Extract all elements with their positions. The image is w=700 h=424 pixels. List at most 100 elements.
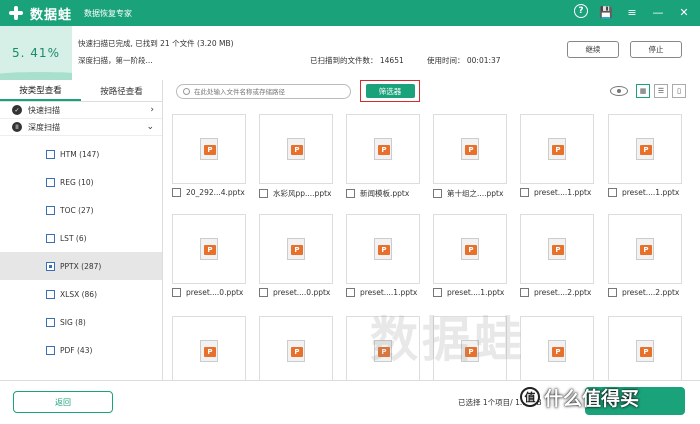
file-thumbnail[interactable]	[172, 316, 246, 380]
detail-view-icon[interactable]: ▯	[672, 84, 686, 98]
file-card[interactable]: preset....0.pptx	[172, 214, 246, 297]
file-card[interactable]	[172, 316, 246, 380]
help-icon[interactable]: ?	[574, 4, 588, 18]
file-thumbnail[interactable]	[433, 316, 507, 380]
file-name: preset....1.pptx	[622, 188, 680, 197]
file-card[interactable]	[520, 316, 594, 380]
file-card[interactable]	[259, 316, 333, 380]
file-thumbnail[interactable]	[520, 114, 594, 184]
pptx-file-icon	[287, 340, 305, 362]
file-thumbnail[interactable]	[259, 114, 333, 184]
type-checkbox[interactable]	[46, 317, 55, 327]
file-thumbnail[interactable]	[259, 316, 333, 380]
file-checkbox[interactable]	[172, 188, 181, 197]
file-thumbnail[interactable]	[172, 214, 246, 284]
file-card[interactable]: preset....1.pptx	[433, 214, 507, 297]
file-thumbnail[interactable]	[172, 114, 246, 184]
file-checkbox[interactable]	[608, 288, 617, 297]
type-item[interactable]: REG (10)	[0, 168, 162, 196]
file-name: 第十组之....pptx	[447, 189, 504, 198]
file-name: preset....1.pptx	[534, 188, 592, 197]
file-thumbnail[interactable]	[433, 214, 507, 284]
file-card[interactable]: 新闻模板.pptx	[346, 114, 420, 199]
type-item[interactable]: XLSX (86)	[0, 280, 162, 308]
file-card[interactable]: preset....2.pptx	[520, 214, 594, 297]
eye-icon[interactable]	[610, 86, 628, 96]
file-card[interactable]: 第十组之....pptx	[433, 114, 507, 199]
content-toolbar: 筛选器 ▦ ☰ ▯	[163, 80, 700, 104]
file-card[interactable]: preset....0.pptx	[259, 214, 333, 297]
chevron-right-icon[interactable]: ›	[150, 105, 154, 115]
continue-button[interactable]: 继续	[567, 41, 619, 58]
file-checkbox[interactable]	[259, 189, 268, 198]
search-box[interactable]	[176, 84, 351, 99]
search-input[interactable]	[194, 87, 344, 96]
file-thumbnail[interactable]	[346, 214, 420, 284]
type-item[interactable]: PDF (43)	[0, 336, 162, 364]
grid-view-icon[interactable]: ▦	[636, 84, 650, 98]
tab-by-type[interactable]: 按类型查看	[0, 80, 81, 101]
file-card[interactable]	[346, 316, 420, 380]
type-item[interactable]: SIG (8)	[0, 308, 162, 336]
quick-scan-node[interactable]: ✓ 快速扫描 ›	[0, 102, 162, 119]
type-label: PDF (43)	[60, 345, 93, 355]
file-grid: 20_292...4.pptx 水彩风pp....pptx 新闻模板.pptx 第十组…	[172, 112, 686, 380]
deep-scan-node[interactable]: II 深度扫描 ⌄	[0, 119, 162, 136]
file-card[interactable]: preset....1.pptx	[346, 214, 420, 297]
tab-by-path[interactable]: 按路径查看	[81, 80, 162, 101]
file-thumbnail[interactable]	[608, 214, 682, 284]
file-card[interactable]: preset....1.pptx	[608, 114, 682, 197]
file-card[interactable]	[433, 316, 507, 380]
pptx-file-icon	[374, 138, 392, 160]
file-checkbox[interactable]	[172, 288, 181, 297]
file-thumbnail[interactable]	[259, 214, 333, 284]
file-caption: preset....0.pptx	[172, 288, 246, 297]
type-checkbox[interactable]	[46, 205, 55, 215]
file-thumbnail[interactable]	[346, 114, 420, 184]
file-card[interactable]: 20_292...4.pptx	[172, 114, 246, 197]
type-checkbox[interactable]	[46, 289, 55, 299]
file-card[interactable]	[608, 316, 682, 380]
file-thumbnail[interactable]	[608, 316, 682, 380]
type-checkbox[interactable]	[46, 177, 55, 187]
type-item-selected[interactable]: PPTX (287)	[0, 252, 162, 280]
menu-icon[interactable]: ≡	[624, 4, 640, 20]
file-checkbox[interactable]	[433, 288, 442, 297]
file-thumbnail[interactable]	[433, 114, 507, 184]
file-checkbox[interactable]	[346, 288, 355, 297]
file-card[interactable]: 水彩风pp....pptx	[259, 114, 333, 199]
file-checkbox[interactable]	[520, 288, 529, 297]
file-thumbnail[interactable]	[608, 114, 682, 184]
file-checkbox[interactable]	[608, 188, 617, 197]
file-checkbox[interactable]	[259, 288, 268, 297]
type-checkbox[interactable]	[46, 149, 55, 159]
type-checkbox[interactable]	[46, 345, 55, 355]
file-card[interactable]: preset....1.pptx	[520, 114, 594, 197]
type-item[interactable]: TOC (27)	[0, 196, 162, 224]
back-button[interactable]: 返回	[13, 391, 113, 413]
file-name: preset....1.pptx	[447, 288, 505, 297]
app-name: 数据蛙	[30, 7, 73, 23]
pptx-file-icon	[200, 138, 218, 160]
filter-button[interactable]: 筛选器	[365, 84, 415, 98]
type-checkbox[interactable]	[46, 233, 55, 243]
file-caption: preset....2.pptx	[520, 288, 594, 297]
file-thumbnail[interactable]	[520, 316, 594, 380]
type-checkbox-partial[interactable]	[46, 261, 55, 271]
minimize-icon[interactable]: —	[650, 4, 666, 20]
save-icon[interactable]: 💾	[598, 4, 614, 20]
file-thumbnail[interactable]	[520, 214, 594, 284]
stop-button[interactable]: 停止	[630, 41, 682, 58]
file-caption: 第十组之....pptx	[433, 188, 507, 199]
file-card[interactable]: preset....2.pptx	[608, 214, 682, 297]
file-checkbox[interactable]	[433, 189, 442, 198]
chevron-down-icon[interactable]: ⌄	[146, 122, 154, 132]
file-checkbox[interactable]	[346, 189, 355, 198]
file-name: preset....0.pptx	[273, 288, 331, 297]
list-view-icon[interactable]: ☰	[654, 84, 668, 98]
type-item[interactable]: HTM (147)	[0, 140, 162, 168]
type-item[interactable]: LST (6)	[0, 224, 162, 252]
file-checkbox[interactable]	[520, 188, 529, 197]
close-icon[interactable]: ✕	[676, 4, 692, 20]
file-thumbnail[interactable]	[346, 316, 420, 380]
